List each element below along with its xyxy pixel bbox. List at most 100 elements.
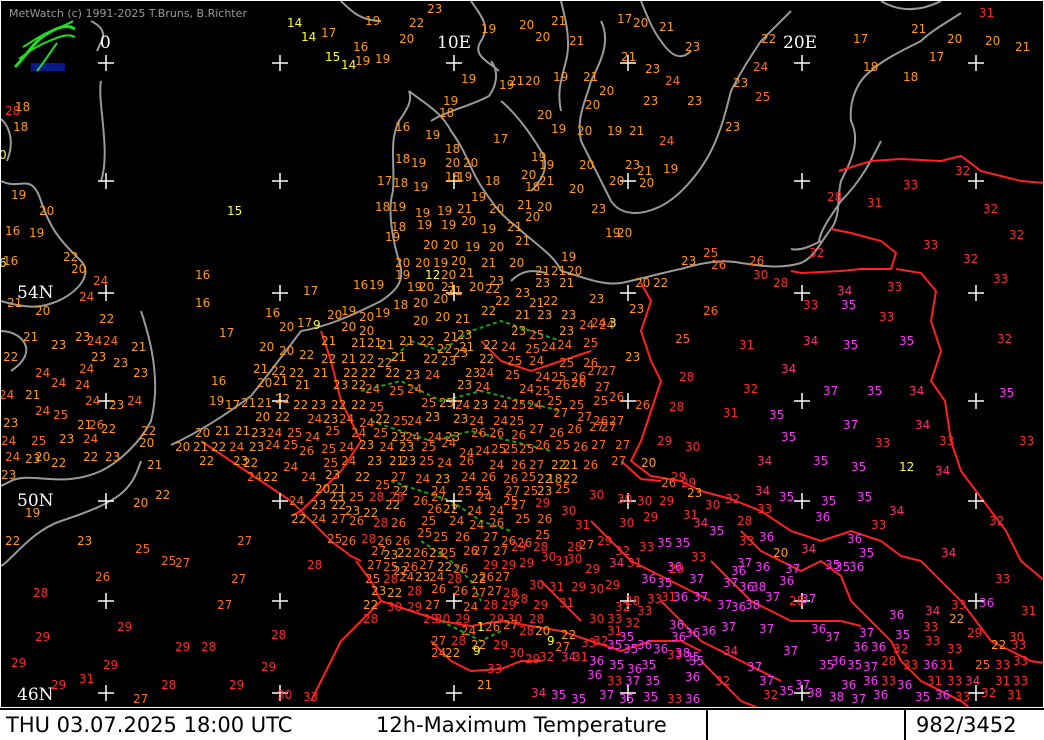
station-temperature: 22: [275, 392, 291, 406]
station-temperature: 35: [675, 536, 691, 550]
station-temperature: 27: [587, 364, 603, 378]
station-temperature: 22: [351, 378, 367, 392]
station-temperature: 26: [711, 258, 727, 272]
station-temperature: 20: [577, 124, 593, 138]
station-temperature: 26: [413, 494, 429, 508]
station-temperature: 36: [847, 532, 863, 546]
station-temperature: 34: [693, 516, 709, 530]
station-temperature: 22: [275, 410, 291, 424]
station-temperature: 29: [659, 494, 675, 508]
station-temperature: 25: [135, 542, 151, 556]
station-temperature: 33: [757, 502, 773, 516]
station-temperature: 27: [425, 598, 441, 612]
station-temperature: 36: [587, 668, 603, 682]
station-temperature: 19: [391, 200, 407, 214]
station-temperature: 23: [371, 584, 387, 598]
station-temperature: 21: [341, 352, 357, 366]
station-temperature: 23: [457, 378, 473, 392]
station-temperature: 38: [751, 580, 767, 594]
station-temperature: 21: [515, 308, 531, 322]
station-temperature: 33: [303, 690, 319, 704]
station-temperature: 23: [311, 398, 327, 412]
station-temperature: 16: [353, 40, 369, 54]
station-temperature: 32: [809, 246, 825, 260]
station-temperature: 31: [1007, 688, 1023, 702]
station-temperature: 25: [555, 482, 571, 496]
station-temperature: 36: [759, 530, 775, 544]
station-temperature: 35: [551, 688, 567, 702]
station-temperature: 28: [827, 190, 843, 204]
station-temperature: 25: [583, 336, 599, 350]
station-temperature: 33: [667, 692, 683, 706]
station-temperature: 21: [447, 284, 463, 298]
station-temperature: 37: [825, 630, 841, 644]
station-temperature: 37: [759, 674, 775, 688]
station-temperature: 35: [779, 490, 795, 504]
station-temperature: 19: [11, 188, 27, 202]
footer-divider-left: [706, 710, 708, 740]
station-temperature: 30: [561, 504, 577, 518]
station-temperature: 19: [341, 304, 357, 318]
station-temperature: 23: [251, 426, 267, 440]
station-temperature: 21: [131, 340, 147, 354]
station-temperature: 24: [493, 398, 509, 412]
station-temperature: 23: [401, 454, 417, 468]
station-temperature: 26: [455, 530, 471, 544]
station-temperature: 23: [725, 120, 741, 134]
station-temperature: 23: [591, 202, 607, 216]
station-temperature: 14: [287, 16, 303, 30]
station-temperature: 26: [431, 582, 447, 596]
station-temperature: 24: [1, 434, 17, 448]
station-temperature: 22: [991, 638, 1007, 652]
station-temperature: 24: [5, 450, 21, 464]
station-temperature: 22: [423, 352, 439, 366]
station-temperature: 25: [511, 398, 527, 412]
station-temperature: 28: [881, 654, 897, 668]
station-temperature: 24: [441, 436, 457, 450]
station-temperature: 26: [703, 304, 719, 318]
station-temperature: 27: [473, 544, 489, 558]
station-temperature: 26: [583, 458, 599, 472]
station-temperature: 33: [903, 178, 919, 192]
station-temperature: 21: [253, 362, 269, 376]
station-temperature: 21: [563, 458, 579, 472]
station-temperature: 26: [341, 534, 357, 548]
station-temperature: 36: [641, 572, 657, 586]
station-temperature: 23: [643, 94, 659, 108]
station-temperature: 23: [625, 350, 641, 364]
station-temperature: 31: [79, 672, 95, 686]
station-temperature: 22: [299, 348, 315, 362]
station-temperature: 29: [493, 638, 509, 652]
station-temperature: 19: [411, 156, 427, 170]
station-temperature: 9: [547, 634, 555, 648]
station-temperature: 24: [407, 382, 423, 396]
station-temperature: 20: [469, 280, 485, 294]
station-temperature: 33: [947, 674, 963, 688]
station-temperature: 25: [559, 356, 575, 370]
station-temperature: 32: [997, 332, 1013, 346]
station-temperature: 24: [519, 382, 535, 396]
station-temperature: 36: [701, 624, 717, 638]
station-temperature: 22: [363, 598, 379, 612]
station-temperature: 27: [331, 512, 347, 526]
station-temperature: 27: [611, 454, 627, 468]
station-temperature: 22: [385, 366, 401, 380]
station-temperature: 23: [415, 570, 431, 584]
station-temperature: 31: [995, 674, 1011, 688]
station-temperature: 21: [551, 14, 567, 28]
station-temperature: 33: [995, 572, 1011, 586]
temperature-map[interactable]: MetWatch (c) 1991-2025 T.Bruns, B.Richte…: [0, 0, 1044, 708]
station-temperature: 22: [387, 586, 403, 600]
station-temperature: 30: [541, 550, 557, 564]
station-temperature: 29: [51, 678, 67, 692]
station-temperature: 34: [965, 674, 981, 688]
station-temperature: 25: [161, 554, 177, 568]
station-temperature: 35: [689, 654, 705, 668]
station-temperature: 29: [175, 640, 191, 654]
station-temperature: 33: [947, 642, 963, 656]
station-temperature: 24: [265, 438, 281, 452]
station-temperature: 34: [889, 504, 905, 518]
station-temperature: 23: [473, 398, 489, 412]
station-temperature: 33: [887, 280, 903, 294]
station-temperature: 22: [211, 440, 227, 454]
